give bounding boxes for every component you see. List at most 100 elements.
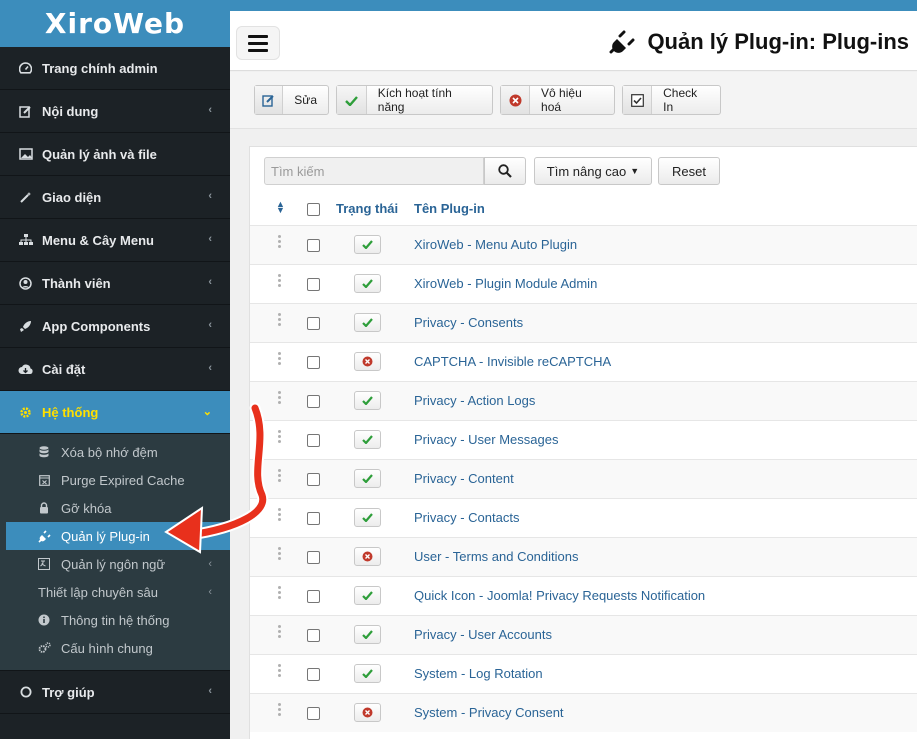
status-toggle-button[interactable] (354, 352, 381, 371)
status-toggle-button[interactable] (354, 235, 381, 254)
sidebar-item-components[interactable]: App Components ‹ (0, 305, 230, 348)
status-toggle-button[interactable] (354, 508, 381, 527)
drag-handle-icon[interactable] (278, 352, 284, 367)
plugins-table-body: XiroWeb - Menu Auto Plugin XiroWeb - Plug… (250, 225, 917, 732)
sidebar-item-content[interactable]: Nội dung ‹ (0, 90, 230, 133)
chevron-left-icon: ‹ (208, 104, 212, 116)
submenu-advanced-settings[interactable]: Thiết lập chuyên sâu ‹ (0, 578, 230, 606)
search-input[interactable]: Tìm kiếm (264, 157, 484, 185)
row-checkbox[interactable] (307, 356, 320, 369)
status-toggle-button[interactable] (354, 586, 381, 605)
plugin-name-link[interactable]: Privacy - Content (414, 471, 514, 486)
select-all-checkbox[interactable] (307, 203, 320, 216)
rocket-icon (17, 319, 34, 333)
plugin-name-link[interactable]: XiroWeb - Plugin Module Admin (414, 276, 597, 291)
page-title-text: Quản lý Plug-in: Plug-ins (647, 29, 909, 54)
status-toggle-button[interactable] (354, 625, 381, 644)
check-icon (362, 591, 373, 600)
check-icon (362, 279, 373, 288)
disable-button[interactable]: Vô hiệu hoá (500, 85, 615, 115)
status-toggle-button[interactable] (354, 469, 381, 488)
reset-button[interactable]: Reset (658, 157, 720, 185)
plug-icon (37, 529, 51, 543)
plugin-name-link[interactable]: XiroWeb - Menu Auto Plugin (414, 237, 577, 252)
drag-handle-icon[interactable] (278, 274, 284, 289)
submenu-global-config[interactable]: Cấu hình chung (0, 634, 230, 662)
status-toggle-button[interactable] (354, 664, 381, 683)
submenu-global-checkin[interactable]: Gỡ khóa (0, 494, 230, 522)
chevron-left-icon: ‹ (208, 558, 212, 570)
column-status-header[interactable]: Trạng thái (336, 201, 398, 216)
table-row: Privacy - Content (250, 459, 917, 498)
sidebar-item-menus[interactable]: Menu & Cây Menu ‹ (0, 219, 230, 262)
sidebar-item-install[interactable]: Cài đặt ‹ (0, 348, 230, 391)
plugin-name-link[interactable]: System - Log Rotation (414, 666, 543, 681)
search-button[interactable] (484, 157, 526, 185)
chevron-left-icon: ‹ (208, 319, 212, 331)
sidebar-item-system[interactable]: Hệ thống ⌄ (0, 391, 230, 434)
row-checkbox[interactable] (307, 239, 320, 252)
edit-button[interactable]: Sửa (254, 85, 329, 115)
sidebar-item-help[interactable]: Trợ giúp ‹ (0, 671, 230, 714)
plugin-name-link[interactable]: Privacy - Contacts (414, 510, 519, 525)
advanced-search-button[interactable]: Tìm nâng cao ▼ (534, 157, 652, 185)
drag-handle-icon[interactable] (278, 508, 284, 523)
row-checkbox[interactable] (307, 512, 320, 525)
plugin-name-link[interactable]: Quick Icon - Joomla! Privacy Requests No… (414, 588, 705, 603)
sort-ordering-icon[interactable]: ▲ ▼ (276, 200, 285, 215)
plugin-name-link[interactable]: Privacy - User Accounts (414, 627, 552, 642)
drag-handle-icon[interactable] (278, 664, 284, 679)
status-toggle-button[interactable] (354, 313, 381, 332)
submenu-system-info[interactable]: Thông tin hệ thống (0, 606, 230, 634)
sidebar-item-templates[interactable]: Giao diện ‹ (0, 176, 230, 219)
drag-handle-icon[interactable] (278, 391, 284, 406)
sidebar-item-dashboard[interactable]: Trang chính admin (0, 47, 230, 90)
drag-handle-icon[interactable] (278, 469, 284, 484)
row-checkbox[interactable] (307, 395, 320, 408)
edit-icon (255, 86, 284, 114)
table-row: Privacy - Consents (250, 303, 917, 342)
plugin-name-link[interactable]: CAPTCHA - Invisible reCAPTCHA (414, 354, 611, 369)
plugin-name-link[interactable]: Privacy - User Messages (414, 432, 558, 447)
drag-handle-icon[interactable] (278, 586, 284, 601)
plugin-name-link[interactable]: Privacy - Action Logs (414, 393, 535, 408)
submenu-plugins[interactable]: Quản lý Plug-in (6, 522, 230, 550)
chevron-left-icon: ‹ (208, 362, 212, 374)
submenu-label: Thông tin hệ thống (61, 612, 170, 628)
drag-handle-icon[interactable] (278, 430, 284, 445)
drag-handle-icon[interactable] (278, 703, 284, 718)
plugin-name-link[interactable]: Privacy - Consents (414, 315, 523, 330)
sidebar-item-users[interactable]: Thành viên ‹ (0, 262, 230, 305)
column-name-header[interactable]: Tên Plug-in (414, 201, 485, 216)
plugin-name-link[interactable]: System - Privacy Consent (414, 705, 564, 720)
row-checkbox[interactable] (307, 317, 320, 330)
brand-logo[interactable]: XiroWeb (0, 0, 230, 47)
row-checkbox[interactable] (307, 278, 320, 291)
submenu-languages[interactable]: Quản lý ngôn ngữ ‹ (0, 550, 230, 578)
check-in-button[interactable]: Check In (622, 85, 721, 115)
drag-handle-icon[interactable] (278, 547, 284, 562)
row-checkbox[interactable] (307, 473, 320, 486)
submenu-clear-cache[interactable]: Xóa bộ nhớ đệm (0, 438, 230, 466)
row-checkbox[interactable] (307, 434, 320, 447)
plugin-name-link[interactable]: User - Terms and Conditions (414, 549, 579, 564)
drag-handle-icon[interactable] (278, 313, 284, 328)
submenu-purge-cache[interactable]: Purge Expired Cache (0, 466, 230, 494)
row-checkbox[interactable] (307, 707, 320, 720)
status-toggle-button[interactable] (354, 703, 381, 722)
hamburger-menu-button[interactable] (236, 26, 280, 60)
status-toggle-button[interactable] (354, 547, 381, 566)
status-toggle-button[interactable] (354, 274, 381, 293)
drag-handle-icon[interactable] (278, 625, 284, 640)
row-checkbox[interactable] (307, 590, 320, 603)
sidebar-item-media[interactable]: Quản lý ảnh và file (0, 133, 230, 176)
row-checkbox[interactable] (307, 551, 320, 564)
check-icon (362, 513, 373, 522)
status-toggle-button[interactable] (354, 391, 381, 410)
drag-handle-icon[interactable] (278, 235, 284, 250)
enable-button[interactable]: Kích hoạt tính năng (336, 85, 493, 115)
row-checkbox[interactable] (307, 629, 320, 642)
checkbox-checked-icon (623, 86, 653, 114)
status-toggle-button[interactable] (354, 430, 381, 449)
row-checkbox[interactable] (307, 668, 320, 681)
